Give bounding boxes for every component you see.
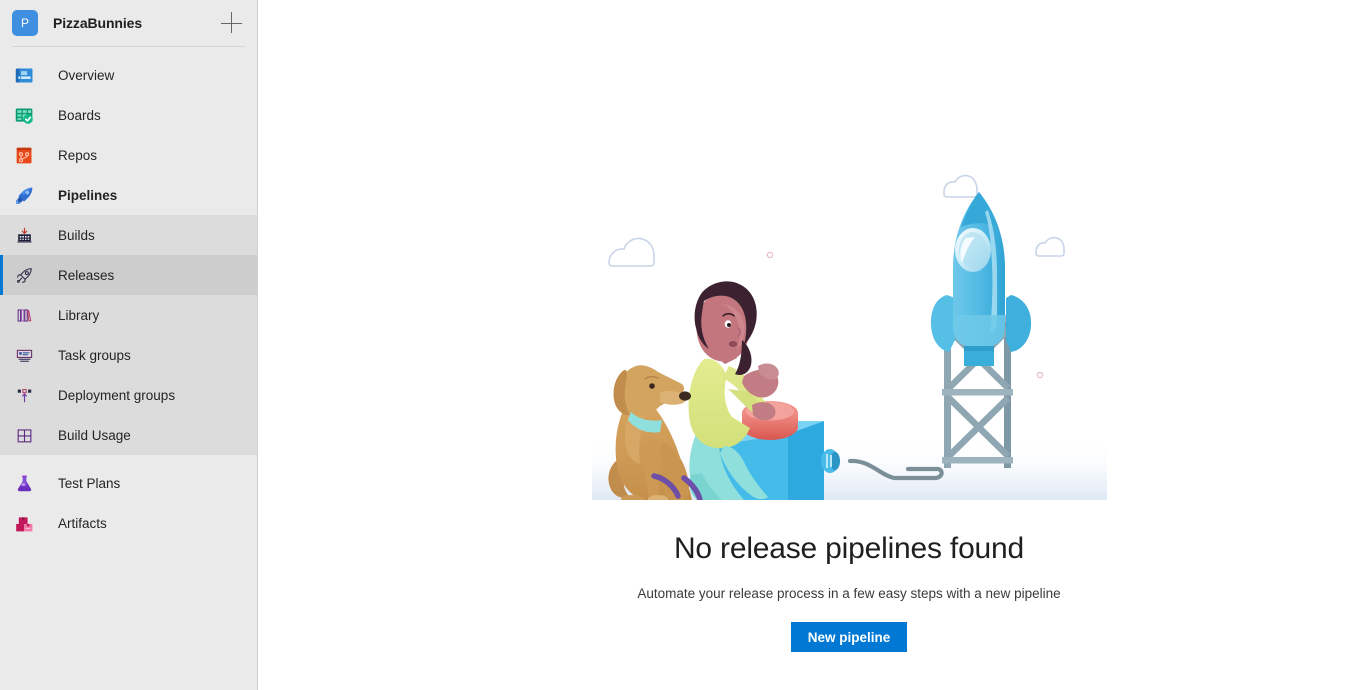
project-header[interactable]: P PizzaBunnies bbox=[0, 0, 257, 46]
sidebar-item-label: Releases bbox=[58, 267, 115, 283]
sidebar-item-overview[interactable]: Overview bbox=[0, 55, 257, 95]
sidebar-item-label: Overview bbox=[58, 67, 115, 83]
submenu-spacer bbox=[0, 455, 257, 463]
pipelines-submenu: Builds Releases Library Task groups Depl… bbox=[0, 215, 257, 455]
sidebar-item-artifacts[interactable]: Artifacts bbox=[0, 503, 257, 543]
new-pipeline-button[interactable]: New pipeline bbox=[790, 622, 908, 652]
rocket-launch-illustration bbox=[591, 170, 1107, 500]
sidebar-item-label: Library bbox=[58, 307, 100, 323]
sidebar-item-label: Boards bbox=[58, 107, 101, 123]
sidebar-item-label: Task groups bbox=[58, 347, 131, 363]
sidebar-item-label: Build Usage bbox=[58, 427, 131, 443]
sidebar-item-boards[interactable]: Boards bbox=[0, 95, 257, 135]
add-icon[interactable] bbox=[221, 12, 243, 34]
sidebar-item-build-usage[interactable]: Build Usage bbox=[0, 415, 257, 455]
sidebar-item-label: Repos bbox=[58, 147, 98, 163]
sidebar-item-builds[interactable]: Builds bbox=[0, 215, 257, 255]
sidebar-item-releases[interactable]: Releases bbox=[0, 255, 257, 295]
sidebar-item-pipelines[interactable]: Pipelines bbox=[0, 175, 257, 215]
sidebar-item-label: Artifacts bbox=[58, 515, 107, 531]
sidebar-item-repos[interactable]: Repos bbox=[0, 135, 257, 175]
sidebar-item-deployment-groups[interactable]: Deployment groups bbox=[0, 375, 257, 415]
app-root: P PizzaBunnies Overview Boards Repos Pip… bbox=[0, 0, 1366, 690]
empty-state: No release pipelines found Automate your… bbox=[258, 0, 1366, 652]
boards-icon bbox=[12, 103, 36, 127]
builds-icon bbox=[12, 223, 36, 247]
page-title: No release pipelines found bbox=[673, 532, 1025, 565]
overview-icon bbox=[12, 63, 36, 87]
task-groups-icon bbox=[12, 343, 36, 367]
header-divider bbox=[12, 46, 245, 47]
sidebar-item-task-groups[interactable]: Task groups bbox=[0, 335, 257, 375]
repos-icon bbox=[12, 143, 36, 167]
pipelines-icon bbox=[12, 183, 36, 207]
sidebar: P PizzaBunnies Overview Boards Repos Pip… bbox=[0, 0, 258, 690]
main-content: No release pipelines found Automate your… bbox=[258, 0, 1366, 690]
sidebar-item-label: Builds bbox=[58, 227, 95, 243]
project-avatar: P bbox=[12, 10, 38, 36]
project-name: PizzaBunnies bbox=[53, 15, 143, 31]
sidebar-item-label: Deployment groups bbox=[58, 387, 176, 403]
library-icon bbox=[12, 303, 36, 327]
sidebar-item-library[interactable]: Library bbox=[0, 295, 257, 335]
deployment-groups-icon bbox=[12, 383, 36, 407]
sidebar-item-test-plans[interactable]: Test Plans bbox=[0, 463, 257, 503]
build-usage-icon bbox=[12, 423, 36, 447]
artifacts-icon bbox=[12, 511, 36, 535]
empty-state-subtitle: Automate your release process in a few e… bbox=[637, 586, 1061, 601]
releases-icon bbox=[12, 263, 36, 287]
test-plans-icon bbox=[12, 471, 36, 495]
sidebar-item-label: Pipelines bbox=[58, 187, 118, 203]
sidebar-item-label: Test Plans bbox=[58, 475, 121, 491]
